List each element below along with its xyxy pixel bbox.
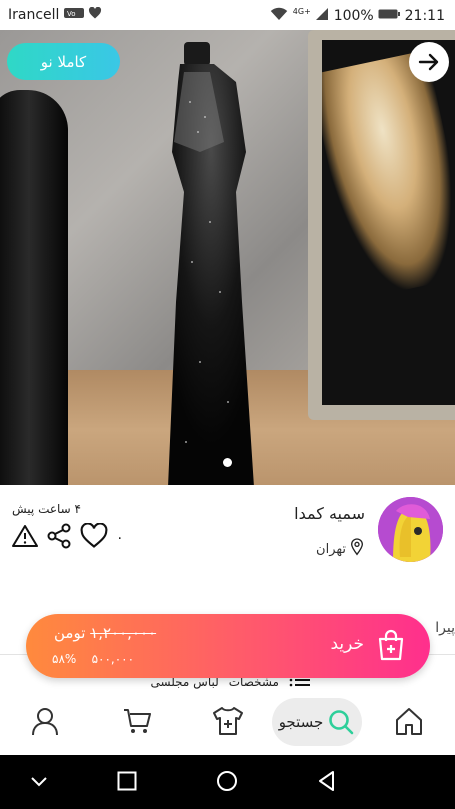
- share-icon: [47, 523, 71, 549]
- signal-icon: [315, 7, 329, 25]
- old-price-value: ۱,۲۰۰,۰۰۰: [90, 624, 157, 642]
- report-button[interactable]: [12, 524, 38, 552]
- seller-name[interactable]: سمیه کمدا: [294, 504, 365, 523]
- heart-status-icon: [88, 6, 102, 23]
- like-count: ۰: [116, 530, 124, 546]
- triangle-back-icon: [319, 771, 334, 791]
- nav-search[interactable]: جستجو: [272, 698, 362, 746]
- product-image[interactable]: کاملا نو: [0, 30, 455, 485]
- system-nav-home[interactable]: [216, 770, 238, 796]
- battery-icon: [378, 8, 401, 24]
- nav-search-label: جستجو: [278, 713, 324, 731]
- clock: 21:11: [404, 8, 445, 24]
- chevron-down-icon: [31, 777, 47, 787]
- network-type: 4G+: [292, 7, 311, 16]
- description-peek: پیرا: [435, 620, 455, 636]
- nav-profile[interactable]: [30, 706, 60, 740]
- discount-price: ۵۰۰,۰۰۰ ۵۸%: [52, 652, 134, 666]
- home-icon: [396, 708, 422, 735]
- svg-text:Vo: Vo: [67, 10, 76, 18]
- volte-icon: Vo: [63, 7, 84, 23]
- system-nav-collapse[interactable]: [28, 770, 50, 796]
- carrier-label: Irancell: [8, 7, 60, 23]
- square-icon: [117, 771, 137, 791]
- back-button[interactable]: [409, 42, 449, 82]
- condition-badge: کاملا نو: [7, 43, 120, 80]
- seller-location: تهران: [316, 538, 365, 560]
- location-pin-icon: [349, 538, 365, 560]
- currency-label: تومن: [54, 624, 86, 642]
- side-dress: [0, 90, 68, 485]
- posted-time: ۴ ساعت پیش: [12, 502, 81, 516]
- nav-cart[interactable]: [122, 706, 152, 740]
- status-bar: Irancell Vo 4G+ 100% 21:11: [0, 0, 455, 30]
- like-button[interactable]: [80, 522, 108, 553]
- wifi-icon: [270, 7, 288, 25]
- discount-percent: ۵۸%: [52, 652, 77, 666]
- add-shirt-icon: [213, 707, 243, 735]
- shopping-bag-plus-icon[interactable]: [376, 629, 406, 665]
- system-nav-recents[interactable]: [116, 770, 138, 796]
- seller-avatar[interactable]: [378, 497, 443, 562]
- system-nav-bar: [0, 755, 455, 809]
- system-nav-back[interactable]: [316, 770, 338, 796]
- buy-bar[interactable]: ۱,۲۰۰,۰۰۰ تومن ۵۰۰,۰۰۰ ۵۸% خرید: [26, 614, 430, 678]
- bottom-nav: جستجو: [0, 690, 455, 755]
- buy-button-label[interactable]: خرید: [330, 634, 364, 654]
- heart-icon: [80, 522, 108, 548]
- wall-painting: [322, 40, 455, 405]
- new-price-value: ۵۰۰,۰۰۰: [91, 652, 135, 666]
- cart-icon: [124, 709, 151, 733]
- dress-silhouette: [168, 42, 254, 485]
- arrow-right-icon: [418, 53, 439, 71]
- user-icon: [32, 708, 58, 736]
- warning-icon: [12, 525, 38, 547]
- nav-home[interactable]: [394, 706, 424, 740]
- circle-icon: [217, 771, 237, 791]
- battery-percent: 100%: [333, 8, 374, 24]
- share-button[interactable]: [46, 523, 72, 553]
- search-icon: [329, 710, 354, 735]
- old-price: ۱,۲۰۰,۰۰۰ تومن: [54, 624, 156, 642]
- nav-add-listing[interactable]: [212, 706, 244, 740]
- location-label: تهران: [316, 541, 346, 557]
- product-actions: ۰: [12, 522, 124, 553]
- image-pager-dot[interactable]: [223, 458, 232, 467]
